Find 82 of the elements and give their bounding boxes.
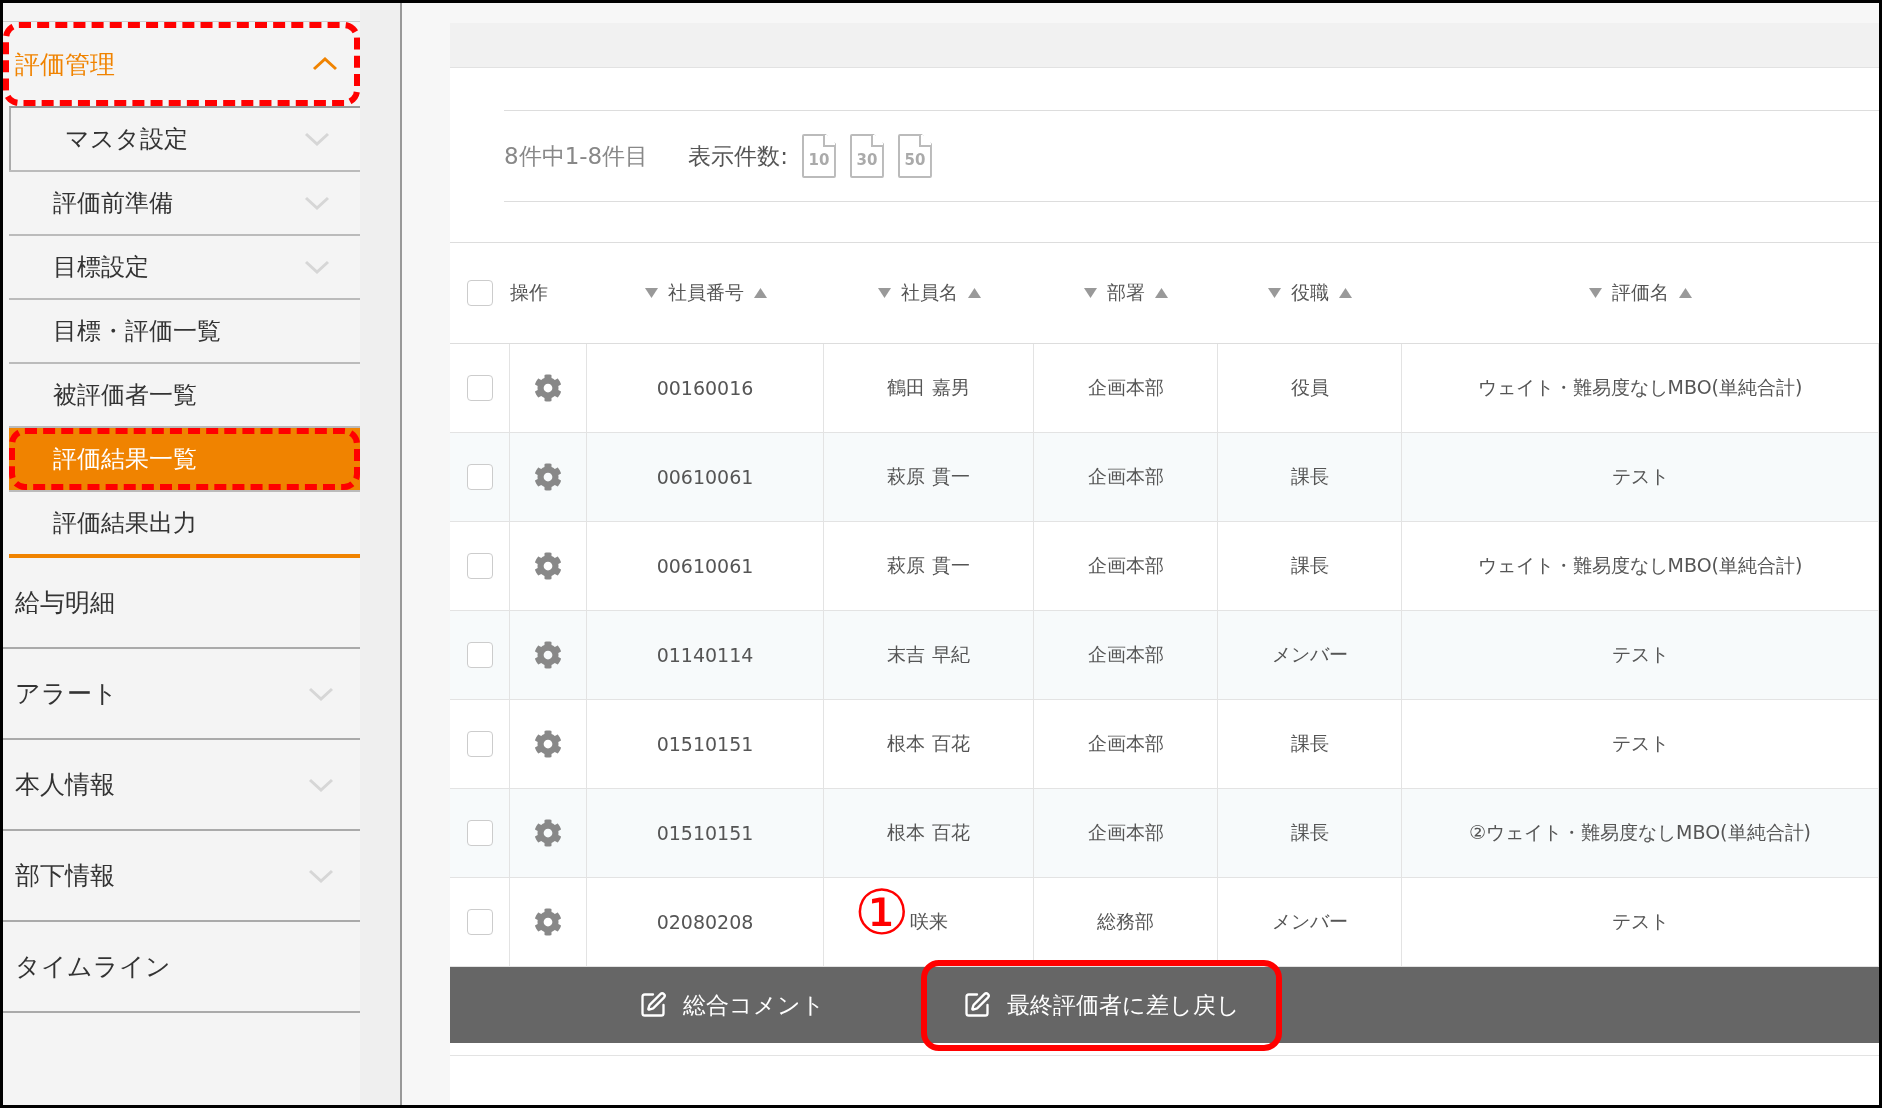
callout-number: ① [854,881,910,944]
table-cell-text: ②ウェイト・難易度なしMBO(単純合計) [1469,820,1811,845]
sort-ascending-icon[interactable] [967,288,981,298]
chevron-down-icon [308,868,334,883]
table-cell-text: 根本 百花 [887,820,970,845]
chevron-down-icon [308,686,334,701]
chevron-down-icon [304,196,330,210]
table-cell-text: 企画本部 [1087,375,1164,400]
chevron-down-icon [308,777,334,792]
sort-ascending-icon[interactable] [1339,288,1352,298]
table-cell-text: 萩原 貫一 [887,464,970,489]
gear-icon[interactable] [534,908,562,936]
sort-descending-icon[interactable] [877,288,891,298]
gear-icon[interactable] [534,374,562,402]
sort-descending-icon[interactable] [1084,288,1097,298]
table-cell-text: 課長 [1290,820,1329,845]
sort-descending-icon[interactable] [1268,288,1281,298]
row-checkbox[interactable] [466,820,493,846]
page-size-label: 表示件数: [688,141,788,171]
action-button[interactable]: 最終評価者に差し戻し [921,959,1282,1051]
edit-icon [963,991,991,1019]
gear-icon[interactable] [534,552,562,580]
sort-ascending-icon[interactable] [1679,288,1692,298]
table-cell-text: テスト [1611,464,1669,489]
table-cell: 00610061 [656,555,754,577]
table-cell-text: 企画本部 [1087,820,1164,845]
row-checkbox[interactable] [466,642,493,668]
chevron-down-icon [304,260,330,274]
table-cell-text: 末吉 早紀 [887,642,970,667]
table-cell-text: テスト [1611,642,1669,667]
table-cell-text: 課長 [1290,731,1329,756]
table-cell-text: 課長 [1290,464,1329,489]
edit-icon [639,991,667,1019]
table-cell-text: 鶴田 嘉男 [887,375,970,400]
table-cell-text: 萩原 貫一 [887,553,970,578]
sort-ascending-icon[interactable] [1155,288,1168,298]
table-cell-text: 役員 [1290,375,1329,400]
table-cell: 01140114 [656,644,754,666]
table-cell-text: メンバー [1271,642,1348,667]
table-cell-text: テスト [1611,909,1669,934]
table-cell-text: 企画本部 [1087,731,1164,756]
result-count: 8件中1-8件目 [504,141,649,171]
column-header[interactable]: 社員名 [900,280,958,306]
gear-icon[interactable] [534,641,562,669]
action-button[interactable]: 総合コメント [597,959,867,1051]
column-header[interactable]: 部署 [1107,280,1145,306]
table-cell-text: 咲来 [909,909,948,934]
row-checkbox[interactable] [466,375,493,401]
gear-icon[interactable] [534,730,562,758]
table-cell-text: 企画本部 [1087,553,1164,578]
table-cell: 01510151 [656,822,754,844]
chevron-up-icon [312,57,338,71]
table-cell: 00610061 [656,466,754,488]
table-cell-text: ウェイト・難易度なしMBO(単純合計) [1477,553,1803,578]
sidebar-subitem[interactable]: マスタ設定 [9,106,360,170]
column-header[interactable]: 社員番号 [667,280,744,306]
table-cell-text: 根本 百花 [887,731,970,756]
table-cell: 02080208 [656,911,754,933]
gear-icon[interactable] [534,819,562,847]
sort-descending-icon[interactable] [644,288,658,298]
table-cell-text: 総務部 [1097,909,1154,934]
chevron-down-icon [304,132,330,146]
sort-ascending-icon[interactable] [753,288,767,298]
sort-descending-icon[interactable] [1589,288,1602,298]
table-cell-text: メンバー [1271,909,1348,934]
table-cell-text: 課長 [1290,553,1329,578]
column-header[interactable]: 役職 [1291,280,1329,306]
table-cell: 00160016 [656,377,754,399]
row-checkbox[interactable] [466,731,493,757]
row-checkbox[interactable] [466,909,493,935]
table-cell-text: 企画本部 [1087,464,1164,489]
table-cell-text: 企画本部 [1087,642,1164,667]
select-all-checkbox[interactable] [467,280,493,306]
table-cell: 01510151 [656,733,754,755]
table-cell-text: ウェイト・難易度なしMBO(単純合計) [1477,375,1803,400]
row-checkbox[interactable] [466,553,493,579]
row-checkbox[interactable] [466,464,493,490]
table-cell-text: テスト [1611,731,1669,756]
column-header[interactable]: 評価名 [1612,280,1669,306]
column-header: 操作 [510,280,548,305]
section-label: 評価管理 [15,48,115,81]
gear-icon[interactable] [534,463,562,491]
